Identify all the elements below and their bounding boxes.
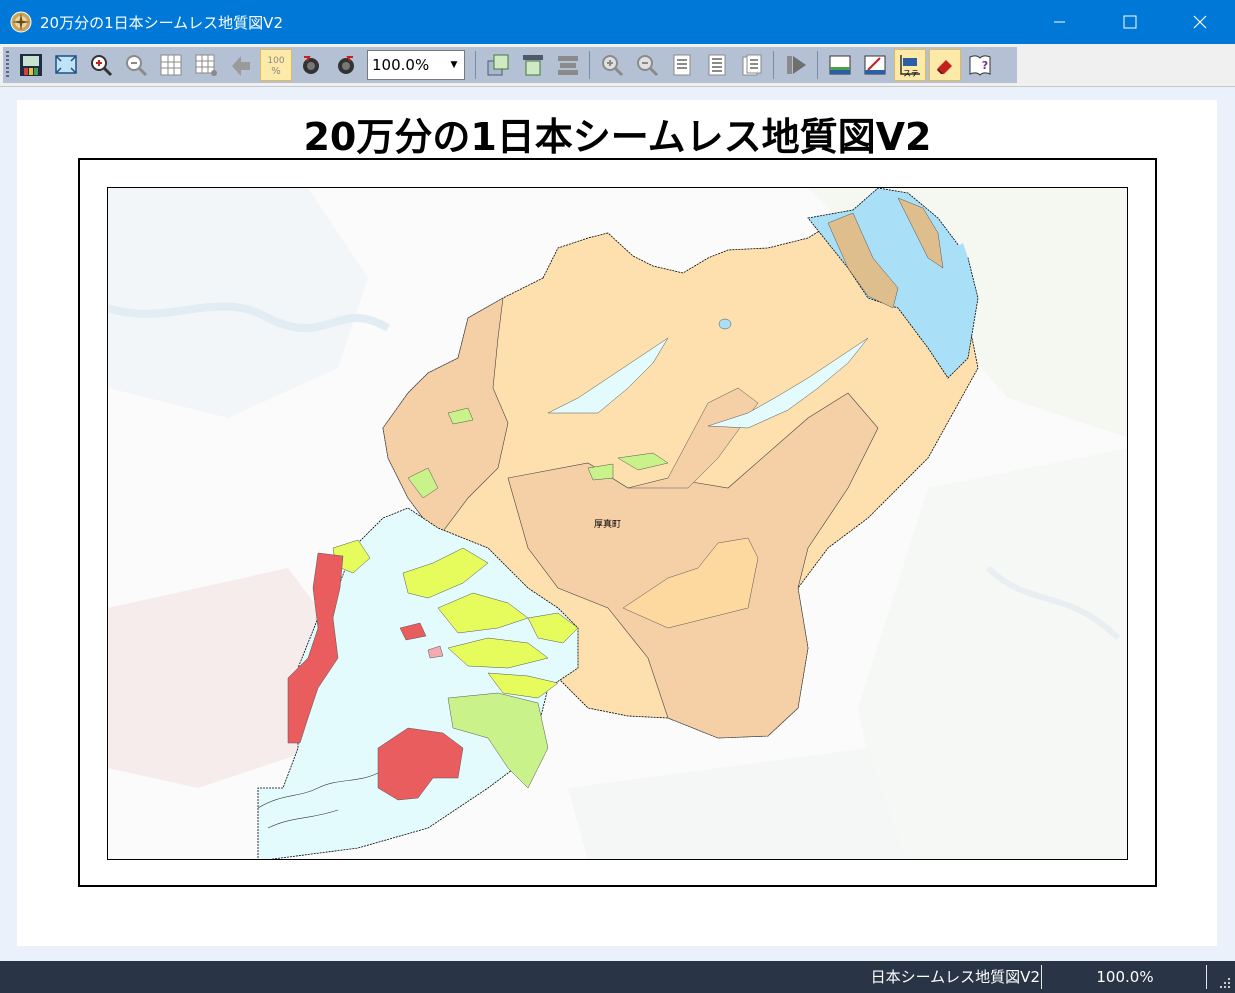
layout-icon xyxy=(829,55,851,75)
rotate-right-button[interactable] xyxy=(331,50,361,80)
page-alt-button[interactable] xyxy=(702,50,732,80)
resize-grip-icon[interactable] xyxy=(1219,977,1231,989)
status-divider xyxy=(1206,965,1207,989)
save-map-icon xyxy=(20,54,42,76)
zoom-in-icon xyxy=(91,55,113,77)
move-arrow-icon xyxy=(232,56,250,76)
svg-text:?: ? xyxy=(982,59,988,72)
geology-map: 厚真町 xyxy=(108,188,1127,859)
layer-stack-icon xyxy=(558,56,578,75)
eraser-button[interactable] xyxy=(929,49,961,81)
status-button[interactable]: ステ xyxy=(894,49,926,81)
play-icon xyxy=(787,56,806,74)
toolbar: 100 % 100.0% ▼ ステ ? xyxy=(0,44,1235,87)
page-button[interactable] xyxy=(667,50,697,80)
zoom-select-value: 100.0% xyxy=(372,56,430,74)
zoom-out-2-button[interactable] xyxy=(632,50,662,80)
rotate-left-button[interactable] xyxy=(296,50,326,80)
close-icon xyxy=(1193,15,1207,29)
toolbar-separator xyxy=(773,51,774,79)
page-multi-button[interactable] xyxy=(737,50,767,80)
status-icon: ステ xyxy=(900,55,920,78)
zoom-in-2-icon xyxy=(602,55,624,77)
move-arrow-button[interactable] xyxy=(226,50,256,80)
status-divider xyxy=(1041,965,1042,989)
grid-icon xyxy=(160,54,182,76)
layer-stack-button[interactable] xyxy=(553,50,583,80)
zoom-out-2-icon xyxy=(637,55,659,77)
page-multi-icon xyxy=(742,54,762,76)
zoom-out-icon xyxy=(126,55,148,77)
close-button[interactable] xyxy=(1165,0,1235,44)
zoom-in-button[interactable] xyxy=(86,50,116,80)
rotate-left-icon xyxy=(303,56,319,74)
toolbar-strip: 100 % 100.0% ▼ ステ ? xyxy=(3,47,1017,83)
toolbar-separator xyxy=(475,51,476,79)
zoom-out-button[interactable] xyxy=(121,50,151,80)
map-view[interactable]: 厚真町 xyxy=(107,187,1128,860)
svg-text:ステ: ステ xyxy=(903,69,919,78)
svg-text:100: 100 xyxy=(267,56,284,66)
minimize-icon xyxy=(1054,21,1065,23)
zoom-100-button[interactable]: 100 % xyxy=(260,49,292,81)
zoom-extent-icon xyxy=(55,55,77,74)
layout-edit-icon xyxy=(864,55,886,75)
map-title: 20万分の1日本シームレス地質図V2 xyxy=(303,115,932,159)
save-map-button[interactable] xyxy=(16,50,46,80)
layout-button[interactable] xyxy=(825,50,855,80)
toolbar-separator xyxy=(817,51,818,79)
layer-top-icon xyxy=(523,55,543,76)
svg-text:%: % xyxy=(271,66,281,77)
minimize-button[interactable] xyxy=(1025,0,1095,44)
status-map-name: 20万分の1日本シームレス地質図V2 xyxy=(872,968,1040,986)
toolbar-grip[interactable] xyxy=(6,51,9,79)
grid-button[interactable] xyxy=(156,50,186,80)
compass-app-icon xyxy=(10,11,32,33)
layer-add-icon xyxy=(487,54,509,76)
page-icon xyxy=(673,54,691,76)
layer-top-button[interactable] xyxy=(518,50,548,80)
maximize-icon xyxy=(1123,15,1137,29)
page-alt-icon xyxy=(708,54,726,76)
maximize-button[interactable] xyxy=(1095,0,1165,44)
toolbar-separator xyxy=(589,51,590,79)
zoom-extent-button[interactable] xyxy=(51,50,81,80)
grid-alt-button[interactable] xyxy=(191,50,221,80)
play-button[interactable] xyxy=(781,50,811,80)
zoom-in-2-button[interactable] xyxy=(597,50,627,80)
window-title: 20万分の1日本シームレス地質図V2 xyxy=(40,13,283,32)
help-icon: ? xyxy=(969,55,991,76)
layer-add-button[interactable] xyxy=(483,50,513,80)
grid-alt-icon xyxy=(195,54,217,76)
place-label: 厚真町 xyxy=(594,518,621,530)
layout-edit-button[interactable] xyxy=(860,50,890,80)
zoom-100-icon: 100 % xyxy=(267,56,284,77)
zoom-select[interactable]: 100.0% ▼ xyxy=(367,50,465,80)
status-bar: 20万分の1日本シームレス地質図V2 100.0% xyxy=(0,961,1235,993)
chevron-down-icon[interactable]: ▼ xyxy=(444,60,464,70)
status-zoom: 100.0% xyxy=(1096,968,1154,986)
title-bar: 20万分の1日本シームレス地質図V2 xyxy=(0,0,1235,44)
rotate-right-icon xyxy=(338,56,354,74)
help-button[interactable]: ? xyxy=(965,50,995,80)
eraser-icon xyxy=(937,60,952,74)
